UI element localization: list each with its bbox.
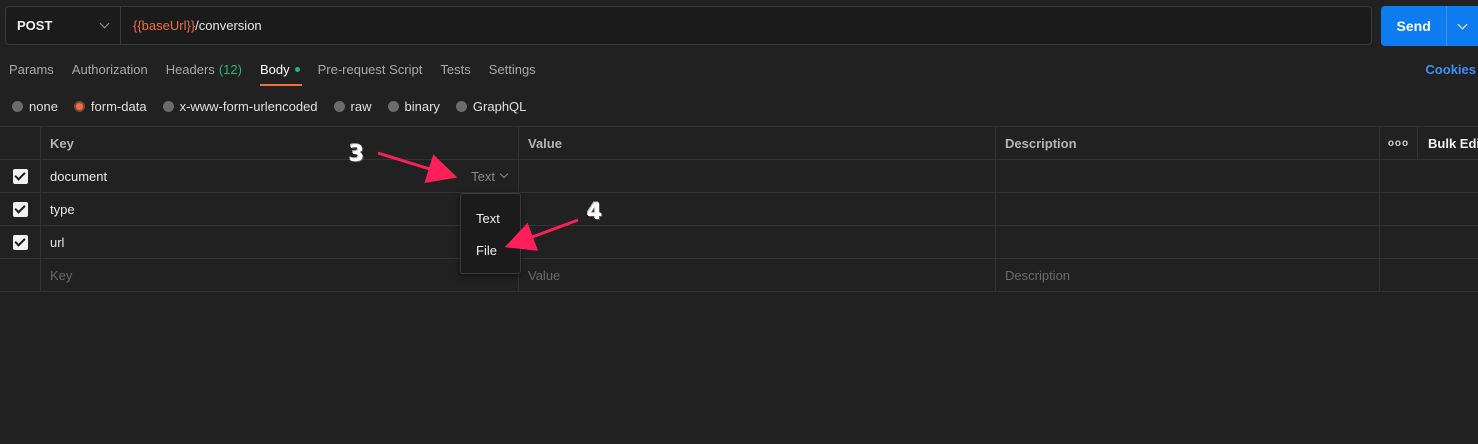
header-key: Key (41, 127, 519, 159)
chevron-down-icon (99, 18, 110, 29)
tab-pre-request-script[interactable]: Pre-request Script (309, 52, 432, 86)
send-options-button[interactable] (1446, 6, 1478, 46)
table-header-row: Key Value Description ooo Bulk Edit (0, 126, 1478, 160)
tab-label: Authorization (71, 61, 148, 77)
mode-label: form-data (90, 98, 147, 114)
mode-label: binary (404, 98, 440, 114)
send-button[interactable]: Send (1381, 6, 1446, 46)
tab-label: Tests (440, 61, 471, 77)
more-options-button[interactable]: ooo (1380, 127, 1418, 159)
mode-x-www-form-urlencoded[interactable]: x-www-form-urlencoded (162, 98, 318, 114)
type-select[interactable]: Text (471, 160, 509, 192)
request-tabs: Params Authorization Headers (12) Body Pr… (0, 52, 545, 86)
radio-icon (387, 100, 399, 112)
body-mode-group: none form-data x-www-form-urlencoded raw… (12, 96, 542, 116)
table-row: type (0, 193, 1478, 226)
tab-body[interactable]: Body (251, 52, 309, 86)
mode-label: none (29, 98, 58, 114)
radio-icon (455, 100, 467, 112)
tab-authorization[interactable]: Authorization (63, 52, 157, 86)
mode-binary[interactable]: binary (387, 98, 440, 114)
cookies-link[interactable]: Cookies (1425, 52, 1476, 86)
mode-graphql[interactable]: GraphQL (455, 98, 527, 114)
tab-headers[interactable]: Headers (12) (157, 52, 251, 86)
checkbox-checked-icon[interactable] (12, 168, 28, 184)
chevron-down-icon (1457, 19, 1468, 29)
tab-tests[interactable]: Tests (431, 52, 479, 86)
mode-raw[interactable]: raw (333, 98, 372, 114)
row-checkbox-cell (0, 226, 41, 258)
headers-count: (12) (218, 61, 242, 77)
type-select-label: Text (471, 168, 495, 184)
url-variable: {{baseUrl}} (133, 18, 196, 33)
row-checkbox-cell (0, 160, 41, 192)
new-key-input[interactable]: Key (41, 259, 519, 291)
method-select[interactable]: POST (6, 7, 121, 44)
send-button-group: Send (1381, 6, 1478, 46)
annotation-number-3: 3 (349, 142, 365, 167)
value-cell[interactable] (519, 160, 996, 192)
mode-form-data[interactable]: form-data (73, 98, 147, 114)
tab-label: Settings (488, 61, 536, 77)
key-text: type (50, 201, 75, 217)
body-active-dot (294, 66, 300, 72)
checkbox-checked-icon[interactable] (12, 234, 28, 250)
description-cell[interactable] (996, 160, 1380, 192)
checkbox-checked-icon[interactable] (12, 201, 28, 217)
new-value-input[interactable]: Value (519, 259, 996, 291)
dropdown-option-file[interactable]: File (461, 234, 520, 266)
table-row-new: Key Value Description (0, 259, 1478, 292)
table-row: document Text (0, 160, 1478, 193)
tab-label: Headers (165, 61, 215, 77)
radio-icon (333, 100, 345, 112)
row-checkbox-cell (0, 259, 41, 291)
form-data-table: Key Value Description ooo Bulk Edit docu… (0, 126, 1478, 292)
radio-icon (12, 100, 23, 112)
url-path: /conversion (195, 18, 262, 33)
key-cell[interactable]: url (41, 226, 519, 258)
radio-icon (162, 100, 174, 112)
row-checkbox-cell (0, 193, 41, 225)
url-input[interactable]: {{baseUrl}}/conversion (121, 7, 1371, 44)
mode-none[interactable]: none (12, 99, 58, 114)
mode-label: raw (350, 98, 372, 114)
key-text: url (50, 234, 65, 250)
radio-selected-icon (73, 100, 85, 112)
header-checkbox-cell (0, 127, 41, 159)
bulk-edit-button[interactable]: Bulk Edit (1418, 127, 1478, 159)
annotation-number-4: 4 (587, 200, 603, 225)
mode-label: x-www-form-urlencoded (179, 98, 318, 114)
type-dropdown-menu: Text File (460, 193, 521, 274)
value-cell[interactable] (519, 226, 996, 258)
key-cell[interactable]: document Text (41, 160, 519, 192)
new-description-input[interactable]: Description (996, 259, 1380, 291)
description-cell[interactable] (996, 226, 1380, 258)
tab-params[interactable]: Params (0, 52, 63, 86)
header-description: Description (996, 127, 1380, 159)
tab-settings[interactable]: Settings (480, 52, 545, 86)
key-text: document (50, 168, 108, 184)
header-value: Value (519, 127, 996, 159)
tab-label: Body (259, 61, 290, 77)
mode-label: GraphQL (472, 98, 527, 114)
request-bar: POST {{baseUrl}}/conversion (5, 6, 1372, 45)
table-row: url (0, 226, 1478, 259)
chevron-down-icon (499, 169, 509, 179)
method-label: POST (17, 18, 53, 33)
tab-label: Pre-request Script (317, 61, 423, 77)
key-cell[interactable]: type (41, 193, 519, 225)
description-cell[interactable] (996, 193, 1380, 225)
dropdown-option-text[interactable]: Text (461, 202, 520, 234)
tab-label: Params (9, 61, 54, 77)
